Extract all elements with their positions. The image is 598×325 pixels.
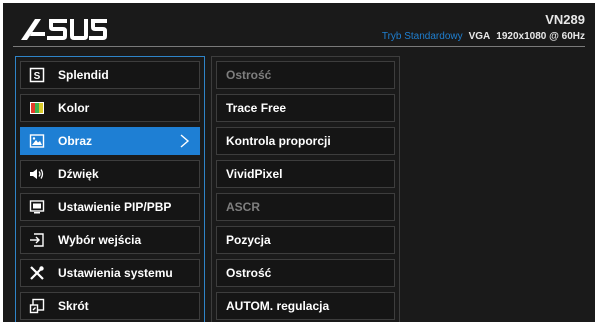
speaker-icon [29,166,45,182]
submenu-item-ostrosc-disabled: Ostrość [216,61,395,89]
menu-item-label: Obraz [58,134,93,148]
menu-item-splendid[interactable]: S Splendid [20,61,200,89]
status-line: Tryb Standardowy VGA 1920x1080 @ 60Hz [382,31,585,42]
splendid-s-icon: S [29,67,45,83]
input-select-icon [29,232,45,248]
pip-monitor-icon [29,199,45,215]
submenu-item-trace-free[interactable]: Trace Free [216,94,395,122]
chevron-right-icon [180,134,190,148]
menu-item-label: Dźwięk [58,167,99,181]
resolution-indicator: 1920x1080 @ 60Hz [496,31,585,42]
submenu-item-ostrosc[interactable]: Ostrość [216,259,395,287]
menu-item-label: Ustawienia systemu [58,266,173,280]
model-name: VN289 [545,12,585,27]
mode-indicator: Tryb Standardowy [381,31,463,42]
menu-item-wybor-wejscia[interactable]: Wybór wejścia [20,226,200,254]
color-palette-icon [29,100,45,116]
submenu-item-autom-regulacja[interactable]: AUTOM. regulacja [216,292,395,320]
menu-item-label: Ustawienie PIP/PBP [58,200,172,214]
submenu-item-vividpixel[interactable]: VividPixel [216,160,395,188]
menu-item-label: Wybór wejścia [58,233,142,247]
menu-item-ustawienia-systemu[interactable]: Ustawienia systemu [20,259,200,287]
header-divider [13,46,585,47]
tools-icon [29,265,45,281]
menu-item-label: Kolor [58,101,90,115]
menu-item-pip-pbp[interactable]: Ustawienie PIP/PBP [20,193,200,221]
submenu-item-pozycja[interactable]: Pozycja [216,226,395,254]
main-menu: S Splendid Kolor Obraz Dźwięk Ustawienie… [15,56,205,322]
menu-item-skrot[interactable]: Skrót [20,292,200,320]
svg-text:S: S [34,71,41,82]
submenu-item-ascr-disabled: ASCR [216,193,395,221]
menu-item-label: Skrót [58,299,89,313]
submenu-panel: Ostrość Trace Free Kontrola proporcji Vi… [211,56,400,322]
shortcut-icon [29,298,45,314]
image-icon [29,133,45,149]
menu-item-obraz[interactable]: Obraz [20,127,200,155]
menu-item-dzwiek[interactable]: Dźwięk [20,160,200,188]
input-indicator: VGA [468,31,491,42]
asus-logo [21,19,107,40]
osd-menu: VN289 Tryb Standardowy VGA 1920x1080 @ 60H… [3,3,595,322]
menu-item-label: Splendid [58,68,109,82]
menu-item-kolor[interactable]: Kolor [20,94,200,122]
submenu-item-kontrola-proporcji[interactable]: Kontrola proporcji [216,127,395,155]
